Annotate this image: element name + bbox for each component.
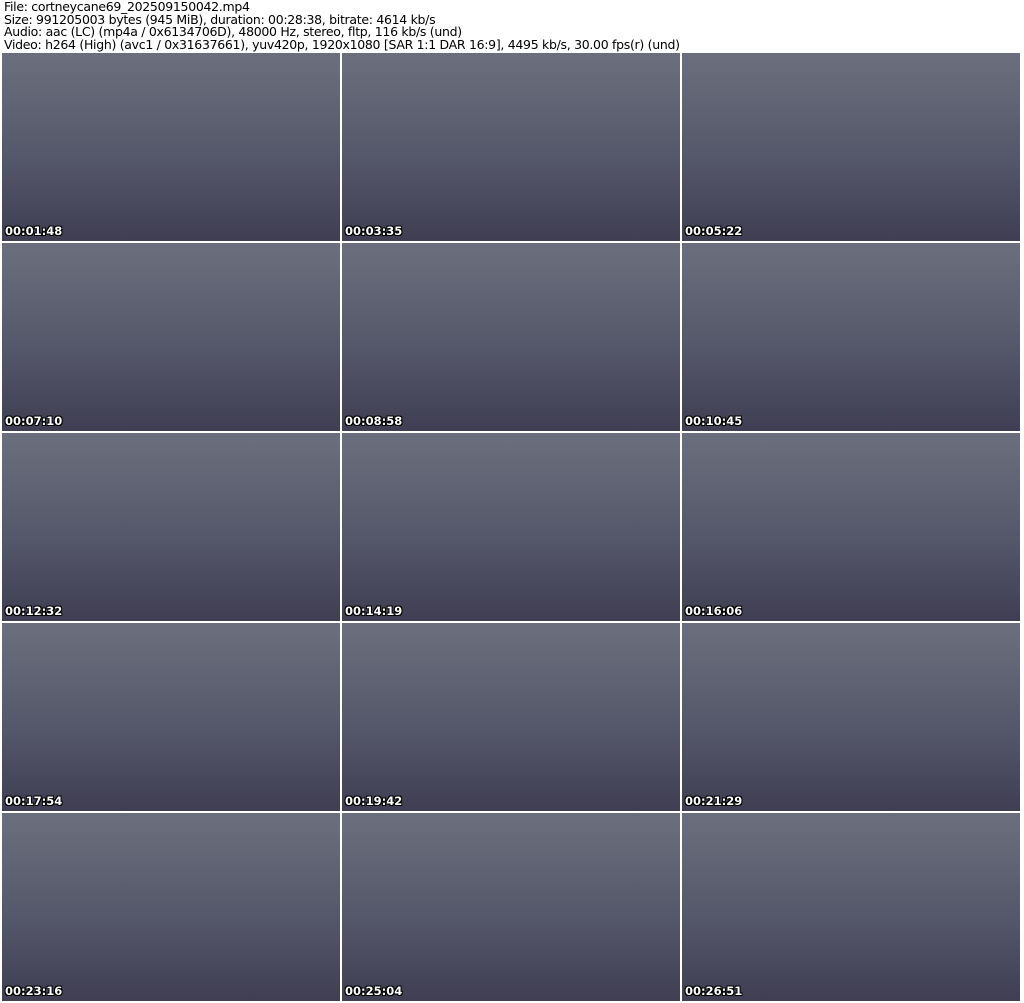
video-thumbnail: 00:19:42 bbox=[342, 623, 680, 811]
thumbnail-timestamp: 00:16:06 bbox=[685, 604, 743, 618]
thumbnail-timestamp: 00:17:54 bbox=[5, 794, 63, 808]
video-thumbnail: 00:07:10 bbox=[2, 243, 340, 431]
thumbnail-timestamp: 00:07:10 bbox=[5, 414, 63, 428]
thumbnail-grid: 00:01:48 00:03:35 00:05:22 00:07:10 00:08:58… bbox=[2, 53, 1020, 1001]
video-thumbnail: 00:03:35 bbox=[342, 53, 680, 241]
thumbnail-timestamp: 00:19:42 bbox=[345, 794, 403, 808]
video-thumbnail: 00:26:51 bbox=[682, 813, 1020, 1001]
video-thumbnail: 00:10:45 bbox=[682, 243, 1020, 431]
thumbnail-timestamp: 00:10:45 bbox=[685, 414, 743, 428]
thumbnail-timestamp: 00:12:32 bbox=[5, 604, 63, 618]
video-thumbnail: 00:23:16 bbox=[2, 813, 340, 1001]
thumbnail-timestamp: 00:08:58 bbox=[345, 414, 403, 428]
thumbnail-timestamp: 00:25:04 bbox=[345, 984, 403, 998]
video-thumbnail: 00:05:22 bbox=[682, 53, 1020, 241]
video-info: Video: h264 (High) (avc1 / 0x31637661), … bbox=[4, 36, 680, 52]
thumbnail-timestamp: 00:14:19 bbox=[345, 604, 403, 618]
video-thumbnail: 00:12:32 bbox=[2, 433, 340, 621]
video-thumbnail: 00:14:19 bbox=[342, 433, 680, 621]
file-info-header: File: cortneycane69_202509150042.mp4 Siz… bbox=[4, 0, 680, 52]
thumbnail-timestamp: 00:01:48 bbox=[5, 224, 63, 238]
video-thumbnail: 00:21:29 bbox=[682, 623, 1020, 811]
thumbnail-timestamp: 00:23:16 bbox=[5, 984, 63, 998]
thumbnail-timestamp: 00:03:35 bbox=[345, 224, 403, 238]
video-thumbnail: 00:16:06 bbox=[682, 433, 1020, 621]
thumbnail-timestamp: 00:05:22 bbox=[685, 224, 743, 238]
thumbnail-timestamp: 00:26:51 bbox=[685, 984, 743, 998]
thumbnail-timestamp: 00:21:29 bbox=[685, 794, 743, 808]
video-thumbnail: 00:25:04 bbox=[342, 813, 680, 1001]
video-thumbnail: 00:17:54 bbox=[2, 623, 340, 811]
video-thumbnail: 00:08:58 bbox=[342, 243, 680, 431]
video-thumbnail: 00:01:48 bbox=[2, 53, 340, 241]
